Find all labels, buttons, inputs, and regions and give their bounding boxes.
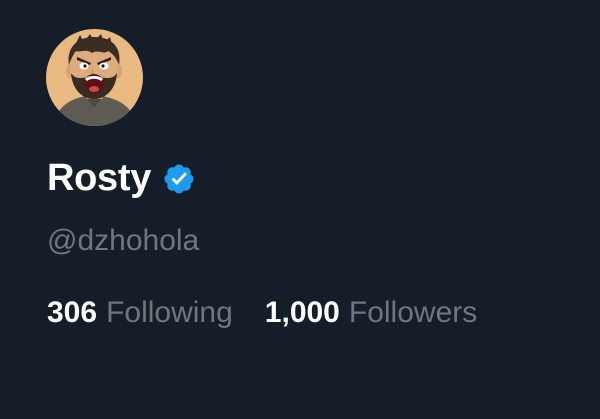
name-row: Rosty bbox=[47, 152, 196, 204]
followers-count: 1,000 bbox=[264, 296, 340, 329]
display-name: Rosty bbox=[47, 157, 152, 199]
following-link[interactable]: 306 Following bbox=[47, 292, 233, 334]
user-handle: @dzhohola bbox=[47, 224, 200, 257]
followers-link[interactable]: 1,000 Followers bbox=[265, 292, 477, 334]
following-count: 306 bbox=[47, 296, 98, 329]
profile-stats: 306 Following 1,000 Followers bbox=[47, 292, 477, 334]
verified-badge-icon[interactable] bbox=[162, 162, 196, 196]
profile-avatar[interactable] bbox=[46, 29, 143, 126]
profile-header: Rosty @dzhohola 306 Following 1,000 Foll… bbox=[0, 0, 600, 419]
followers-label: Followers bbox=[348, 296, 478, 329]
following-label: Following bbox=[106, 296, 233, 329]
avatar-illustration bbox=[46, 29, 143, 126]
